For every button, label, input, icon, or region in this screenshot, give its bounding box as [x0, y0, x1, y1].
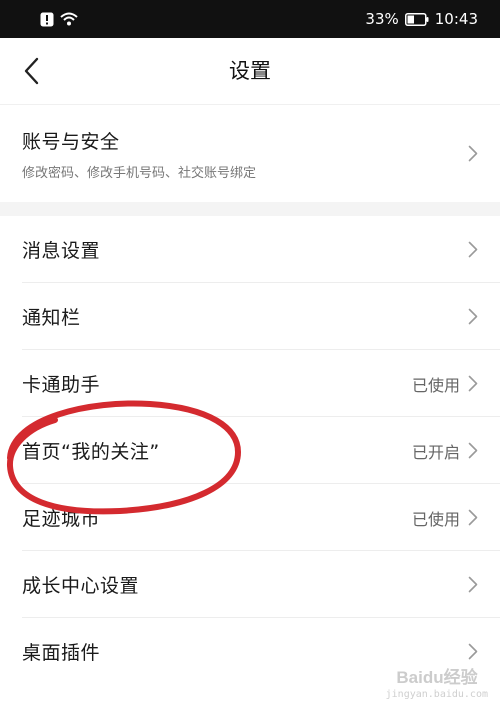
chevron-right-icon	[468, 442, 478, 459]
settings-item-footprint-cities[interactable]: 足迹城市 已使用	[0, 484, 500, 551]
settings-item-growth-center[interactable]: 成长中心设置	[0, 551, 500, 618]
settings-item-message[interactable]: 消息设置	[0, 216, 500, 283]
settings-item-value: 已使用	[411, 375, 460, 395]
alert-icon	[40, 12, 54, 26]
chevron-right-icon	[468, 308, 478, 325]
settings-item-cartoon-assistant[interactable]: 卡通助手 已使用	[0, 350, 500, 417]
nav-bar: 设置	[0, 38, 500, 105]
chevron-right-icon	[468, 375, 478, 392]
settings-item-value: 已开启	[411, 442, 460, 462]
settings-item-label: 成长中心设置	[22, 575, 140, 597]
watermark-url: jingyan.baidu.com	[385, 689, 488, 700]
settings-item-label: 足迹城市	[22, 508, 101, 530]
chevron-left-icon	[24, 57, 39, 85]
status-bar: 33% 10:43	[0, 0, 500, 38]
watermark-logo-text: Baidu经验	[396, 667, 478, 687]
settings-item-notification-bar[interactable]: 通知栏	[0, 283, 500, 350]
account-security-subtitle: 修改密码、修改手机号码、社交账号绑定	[22, 165, 257, 181]
wifi-icon	[60, 12, 78, 26]
account-security-label: 账号与安全	[22, 130, 120, 153]
page-title: 设置	[229, 59, 271, 83]
settings-item-my-follow[interactable]: 首页“我的关注” 已开启	[0, 417, 500, 484]
settings-item-label: 通知栏	[22, 307, 81, 329]
chevron-right-icon	[468, 241, 478, 258]
section-divider	[0, 202, 500, 216]
battery-icon	[404, 12, 429, 26]
clock: 10:43	[434, 10, 478, 28]
battery-percent: 33%	[365, 10, 399, 28]
watermark: Baidu经验 jingyan.baidu.com	[386, 665, 488, 700]
status-right: 33% 10:43	[365, 10, 478, 28]
chevron-right-icon	[468, 145, 478, 162]
chevron-right-icon	[468, 643, 478, 660]
account-security-row[interactable]: 账号与安全 修改密码、修改手机号码、社交账号绑定	[0, 105, 500, 202]
settings-item-label: 卡通助手	[22, 374, 101, 396]
settings-item-label: 首页“我的关注”	[22, 441, 160, 463]
baidu-logo-icon: Baidu经验	[396, 667, 478, 687]
settings-item-label: 消息设置	[22, 240, 101, 262]
status-left	[40, 12, 78, 27]
settings-item-label: 桌面插件	[22, 642, 101, 664]
chevron-right-icon	[468, 576, 478, 593]
back-button[interactable]	[12, 52, 50, 90]
chevron-right-icon	[468, 509, 478, 526]
settings-item-value: 已使用	[411, 509, 460, 529]
